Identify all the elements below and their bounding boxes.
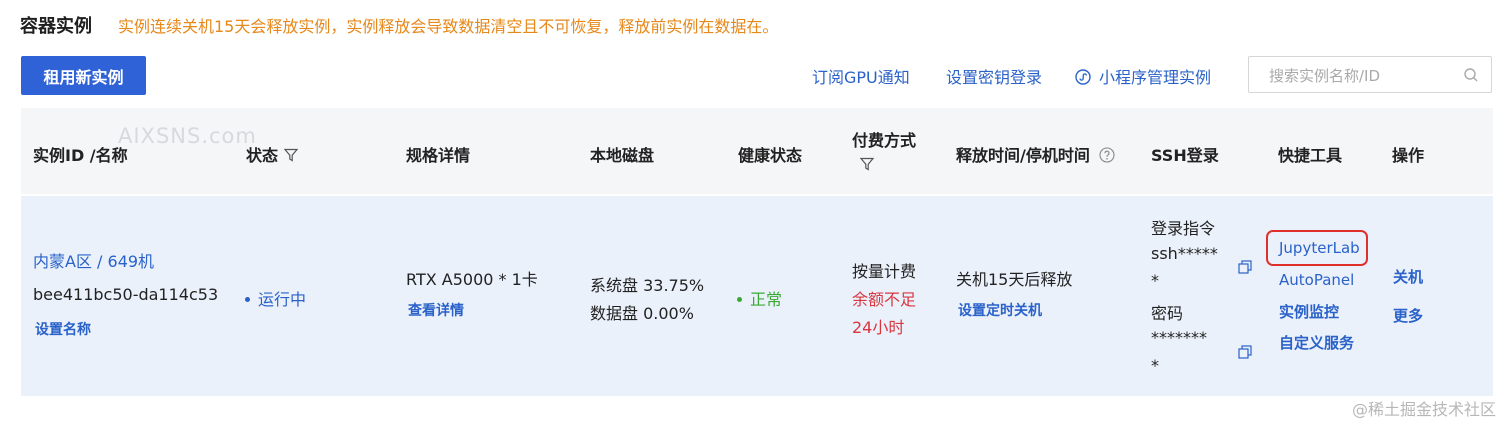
health-text: 正常 [750, 290, 783, 309]
status-badge: 运行中 [245, 286, 306, 310]
rent-new-instance-button[interactable]: 租用新实例 [21, 56, 146, 95]
password-line2: * [1151, 356, 1159, 375]
data-disk: 数据盘 0.00% [590, 304, 694, 323]
search-box [1248, 56, 1492, 93]
set-key-login-link[interactable]: 设置密钥登录 [946, 64, 1042, 88]
col-payment-label: 付费方式 [852, 131, 917, 150]
set-name-link[interactable]: 设置名称 [35, 319, 91, 339]
col-release: 释放时间/停机时间 [956, 142, 1115, 166]
search-icon[interactable] [1463, 67, 1479, 83]
custom-service-link[interactable]: 自定义服务 [1279, 332, 1354, 353]
page-title: 容器实例 [20, 16, 92, 37]
system-disk: 系统盘 33.75% [590, 276, 705, 295]
payment-type: 按量计费 [852, 262, 917, 281]
watermark: AIXSNS.com [118, 124, 257, 148]
autopanel-link[interactable]: AutoPanel [1279, 271, 1354, 289]
col-status-label: 状态 [246, 146, 279, 165]
instance-monitor-link[interactable]: 实例监控 [1279, 301, 1339, 322]
password-label: 密码 [1151, 304, 1184, 323]
ssh-command-line2: * [1151, 271, 1159, 290]
filter-icon[interactable] [860, 157, 874, 171]
col-tools: 快捷工具 [1278, 146, 1343, 165]
balance-warning-line1: 余额不足 [852, 290, 917, 309]
status-dot [245, 297, 250, 302]
mini-program-label: 小程序管理实例 [1099, 68, 1212, 87]
copy-icon[interactable] [1238, 345, 1252, 359]
col-ssh: SSH登录 [1151, 146, 1219, 165]
status-text: 运行中 [258, 290, 307, 309]
col-payment: 付费方式 [852, 127, 916, 174]
ssh-command-label: 登录指令 [1151, 219, 1216, 238]
health-dot [737, 297, 742, 302]
footer-watermark: @稀土掘金技术社区 [1351, 400, 1496, 419]
spec-text: RTX A5000 * 1卡 [406, 270, 538, 289]
mini-program-link[interactable]: 小程序管理实例 [1075, 64, 1211, 88]
title-row: 容器实例 实例连续关机15天会释放实例，实例释放会导致数据清空且不可恢复，释放前… [20, 12, 778, 38]
copy-icon[interactable] [1238, 260, 1252, 274]
set-timer-link[interactable]: 设置定时关机 [958, 300, 1042, 320]
release-time: 关机15天后释放 [956, 270, 1073, 289]
col-release-label: 释放时间/停机时间 [956, 146, 1090, 165]
col-spec: 规格详情 [406, 146, 471, 165]
health-badge: 正常 [737, 286, 782, 310]
jupyterlab-link[interactable]: JupyterLab [1279, 239, 1360, 257]
col-actions: 操作 [1392, 146, 1425, 165]
ssh-command-line1: ssh***** [1151, 244, 1218, 263]
col-disk: 本地磁盘 [590, 146, 655, 165]
instance-region-link[interactable]: 内蒙A区 / 649机 [33, 248, 154, 272]
password-line1: ******* [1151, 328, 1207, 347]
view-detail-link[interactable]: 查看详情 [408, 300, 464, 320]
subscribe-gpu-link[interactable]: 订阅GPU通知 [812, 64, 910, 88]
more-button[interactable]: 更多 [1393, 305, 1423, 326]
mini-program-icon [1075, 69, 1091, 85]
release-warning: 实例连续关机15天会释放实例，实例释放会导致数据清空且不可恢复，释放前实例在数据… [118, 17, 779, 36]
search-input[interactable] [1267, 65, 1461, 87]
col-health: 健康状态 [738, 146, 803, 165]
filter-icon[interactable] [284, 148, 299, 162]
shutdown-button[interactable]: 关机 [1393, 266, 1423, 287]
help-icon[interactable] [1099, 147, 1115, 163]
col-instance-id: 实例ID /名称 [33, 146, 128, 165]
instance-id: bee411bc50-da114c53 [33, 285, 219, 304]
balance-warning-line2: 24小时 [852, 318, 905, 337]
